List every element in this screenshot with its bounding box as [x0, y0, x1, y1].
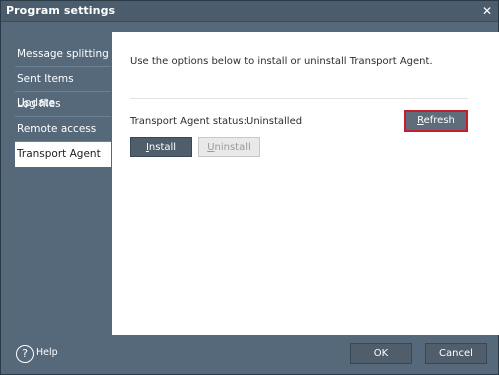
- sidebar-item-label: Message splitting: [17, 48, 109, 60]
- content-area: Message splitting Sent Items Update Log …: [13, 32, 499, 335]
- close-icon[interactable]: ✕: [480, 4, 494, 18]
- install-button[interactable]: Install: [130, 137, 192, 157]
- program-settings-window: Program settings ✕ Message splitting Sen…: [0, 0, 499, 375]
- ok-button[interactable]: OK: [350, 343, 412, 364]
- cancel-button[interactable]: Cancel: [425, 343, 487, 364]
- status-label: Transport Agent status:: [130, 116, 247, 127]
- status-value: Uninstalled: [246, 116, 303, 127]
- title-bar: Program settings ✕: [1, 1, 498, 22]
- question-mark-icon: ?: [16, 345, 34, 363]
- divider: [130, 98, 468, 99]
- window-title: Program settings: [6, 4, 116, 17]
- refresh-button[interactable]: Refresh: [404, 110, 468, 132]
- sidebar-item-remote-access[interactable]: Remote access: [15, 117, 111, 142]
- sidebar-item-log-files[interactable]: Log files: [15, 92, 111, 117]
- sidebar-item-label: Transport Agent: [17, 148, 101, 160]
- sidebar-item-transport-agent[interactable]: Transport Agent: [15, 142, 111, 167]
- help-label: Help: [36, 347, 58, 358]
- intro-text: Use the options below to install or unin…: [130, 56, 433, 67]
- sidebar-item-label: Remote access: [17, 123, 97, 135]
- sidebar-item-message-splitting[interactable]: Message splitting: [15, 42, 111, 67]
- sidebar-nav: Message splitting Sent Items Update Log …: [15, 42, 111, 167]
- settings-panel: Use the options below to install or unin…: [112, 32, 499, 335]
- sidebar-item-label: Log files: [17, 98, 61, 110]
- help-link[interactable]: ? Help: [16, 345, 81, 363]
- sidebar-item-sent-items-update[interactable]: Sent Items Update: [15, 67, 111, 109]
- uninstall-button[interactable]: Uninstall: [198, 137, 260, 157]
